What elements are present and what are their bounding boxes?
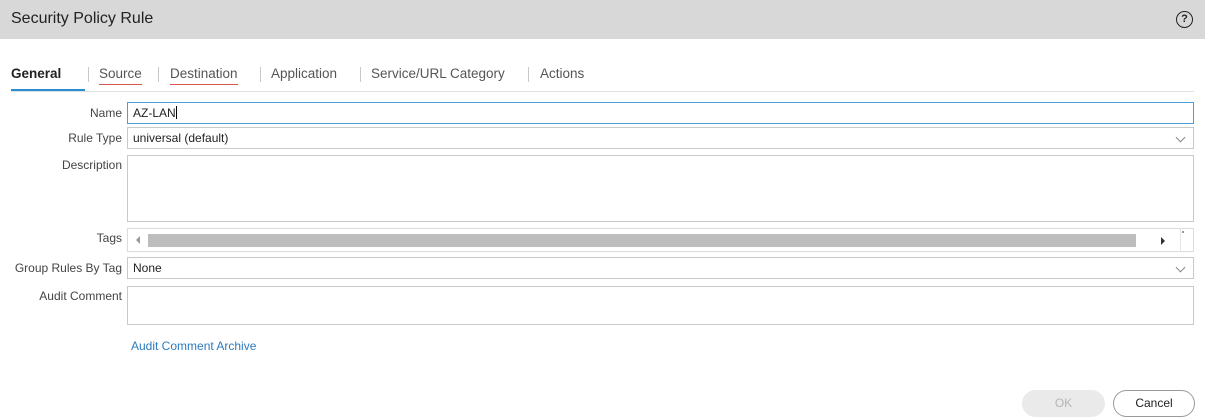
name-input[interactable]: AZ-LAN <box>127 102 1194 124</box>
rule-type-select[interactable]: universal (default) <box>127 127 1194 149</box>
tab-separator <box>528 67 529 82</box>
tab-service-url-category[interactable]: Service/URL Category <box>371 66 505 81</box>
name-label: Name <box>89 106 122 120</box>
tags-scroll-marker <box>1182 231 1184 233</box>
rule-type-value: universal (default) <box>133 131 229 145</box>
group-rules-by-tag-value: None <box>133 261 162 275</box>
tab-separator <box>158 67 159 82</box>
group-rules-by-tag-select[interactable]: None <box>127 257 1194 279</box>
name-value: AZ-LAN <box>133 106 177 120</box>
text-cursor <box>175 106 177 119</box>
scroll-left-arrow-icon[interactable] <box>136 236 140 244</box>
ok-button[interactable]: OK <box>1022 390 1105 417</box>
rule-type-label: Rule Type <box>68 131 122 145</box>
description-textarea[interactable] <box>127 155 1194 222</box>
tags-label: Tags <box>96 231 122 245</box>
tags-scroll-divider <box>1180 229 1181 251</box>
dialog-titlebar: Security Policy Rule ? <box>0 0 1205 39</box>
tabs-divider <box>11 91 1194 92</box>
scroll-right-arrow-icon[interactable] <box>1161 237 1165 245</box>
tab-source[interactable]: Source <box>99 66 142 85</box>
audit-comment-textarea[interactable] <box>127 286 1194 325</box>
horizontal-scrollbar-thumb[interactable] <box>148 234 1136 247</box>
tab-actions[interactable]: Actions <box>540 66 584 81</box>
description-label: Description <box>61 158 122 172</box>
audit-comment-archive-link[interactable]: Audit Comment Archive <box>131 339 256 353</box>
tab-separator <box>88 67 89 82</box>
tags-field[interactable] <box>127 228 1194 252</box>
audit-comment-label: Audit Comment <box>39 289 122 303</box>
help-icon[interactable]: ? <box>1176 11 1193 28</box>
tab-general[interactable]: General <box>11 66 61 81</box>
tab-application[interactable]: Application <box>271 66 337 81</box>
group-rules-by-tag-label: Group Rules By Tag <box>14 261 122 275</box>
tab-separator <box>260 67 261 82</box>
tab-separator <box>360 67 361 82</box>
chevron-down-icon <box>1175 132 1186 143</box>
tab-destination[interactable]: Destination <box>170 66 238 85</box>
chevron-down-icon <box>1175 262 1186 273</box>
cancel-button[interactable]: Cancel <box>1113 390 1195 417</box>
dialog-title: Security Policy Rule <box>11 10 154 27</box>
